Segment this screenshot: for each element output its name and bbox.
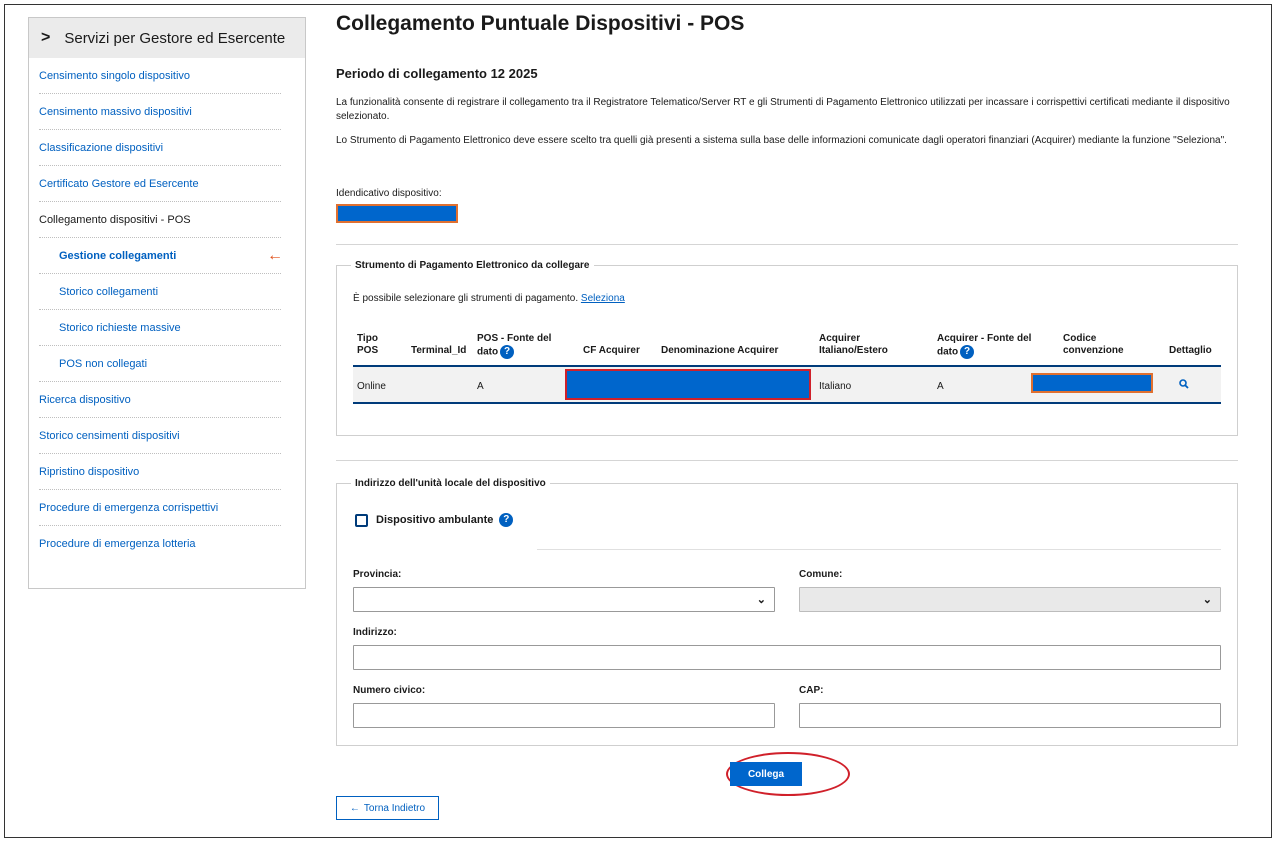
search-icon[interactable] [1179,379,1189,389]
comune-label: Comune: [799,569,843,580]
cap-label: CAP: [799,685,824,696]
cell-acquirer-fonte: A [937,381,944,392]
sidebar-item-storico-richieste[interactable]: Storico richieste massive [39,310,281,346]
ambulante-label: Dispositivo ambulante [376,514,494,526]
divider [537,549,1221,550]
sidebar-item-classificazione[interactable]: Classificazione dispositivi [39,130,281,166]
col-acquirer-fonte: Acquirer - Fonte del dato? [937,333,1032,359]
codice-redacted [1031,373,1153,393]
sidebar-item-ricerca[interactable]: Ricerca dispositivo [39,382,281,418]
period-heading: Periodo di collegamento 12 2025 [336,66,538,81]
sidebar-title: Servizi per Gestore ed Esercente [64,29,286,47]
col-pos-fonte: POS - Fonte del dato? [477,333,552,359]
arrow-left-icon: ← [349,802,360,814]
payment-legend: Strumento di Pagamento Elettronico da co… [355,260,590,271]
help-icon[interactable]: ? [500,345,515,359]
back-button[interactable]: ← Torna Indietro [336,796,439,820]
sidebar: > Servizi per Gestore ed Esercente Censi… [28,17,306,589]
page-title: Collegamento Puntuale Dispositivi - POS [336,12,745,35]
payment-hint: È possibile selezionare gli strumenti di… [353,293,625,304]
comune-select[interactable]: ⌄ [799,587,1221,612]
sidebar-item-storico-collegamenti[interactable]: Storico collegamenti [39,274,281,310]
col-cf-acquirer: CF Acquirer [583,345,640,356]
sidebar-item-ripristino[interactable]: Ripristino dispositivo [39,454,281,490]
col-tipo-pos: Tipo POS [357,333,379,356]
col-acquirer-it-estero: Acquirer Italiano/Estero [819,333,888,356]
col-terminal-id: Terminal_Id [411,345,467,356]
provincia-label: Provincia: [353,569,402,580]
description-1: La funzionalità consente di registrare i… [336,97,1230,122]
sidebar-item-emergenza-corrispettivi[interactable]: Procedure di emergenza corrispettivi [39,490,281,526]
sidebar-list: Censimento singolo dispositivo Censiment… [29,58,305,562]
sidebar-header[interactable]: > Servizi per Gestore ed Esercente [29,18,305,58]
help-icon[interactable]: ? [960,345,975,359]
sidebar-item-storico-censimenti[interactable]: Storico censimenti dispositivi [39,418,281,454]
description-2: Lo Strumento di Pagamento Elettronico de… [336,135,1227,146]
acquirer-redacted [565,369,811,400]
back-button-label: Torna Indietro [363,802,426,814]
sidebar-item-gestione-collegamenti[interactable]: Gestione collegamenti ← [39,238,283,274]
table-row-line [353,402,1221,404]
cap-input[interactable] [799,703,1221,728]
civico-input[interactable] [353,703,775,728]
help-icon[interactable]: ? [499,513,514,527]
seleziona-link[interactable]: Seleziona [581,293,625,304]
indirizzo-label: Indirizzo: [353,627,397,638]
sidebar-item-censimento-singolo[interactable]: Censimento singolo dispositivo [39,58,281,94]
address-fieldset: Indirizzo dell'unità locale del disposit… [336,478,1238,746]
sidebar-item-censimento-massivo[interactable]: Censimento massivo dispositivi [39,94,281,130]
col-codice-convenzione: Codice convenzione [1063,333,1124,356]
divider [336,460,1238,461]
divider [336,244,1238,245]
civico-label: Numero civico: [353,685,426,696]
chevron-right-icon: > [41,29,51,46]
cell-acquirer-it: Italiano [819,381,852,392]
sidebar-item-pos-non-collegati[interactable]: POS non collegati [39,346,281,382]
provincia-select[interactable]: ⌄ [353,587,775,612]
cell-fonte: A [477,381,484,392]
collega-button[interactable]: Collega [730,762,802,786]
device-id-redacted [336,204,458,223]
chevron-down-icon: ⌄ [1202,594,1212,606]
cell-tipo: Online [357,381,386,392]
col-dettaglio: Dettaglio [1169,345,1212,356]
ambulante-checkbox[interactable] [355,513,368,527]
device-id-label: Idendicativo dispositivo: [336,188,442,199]
address-legend: Indirizzo dell'unità locale del disposit… [355,478,546,489]
chevron-down-icon: ⌄ [756,594,766,606]
arrow-left-icon: ← [267,246,283,264]
sidebar-item-collegamento-pos[interactable]: Collegamento dispositivi - POS [39,202,281,238]
sidebar-item-emergenza-lotteria[interactable]: Procedure di emergenza lotteria [39,526,281,562]
col-denominazione: Denominazione Acquirer [661,345,779,356]
sidebar-item-certificato[interactable]: Certificato Gestore ed Esercente [39,166,281,202]
payment-fieldset: Strumento di Pagamento Elettronico da co… [336,260,1238,436]
ambulante-checkbox-row[interactable]: Dispositivo ambulante ? [355,513,514,527]
indirizzo-input[interactable] [353,645,1221,670]
